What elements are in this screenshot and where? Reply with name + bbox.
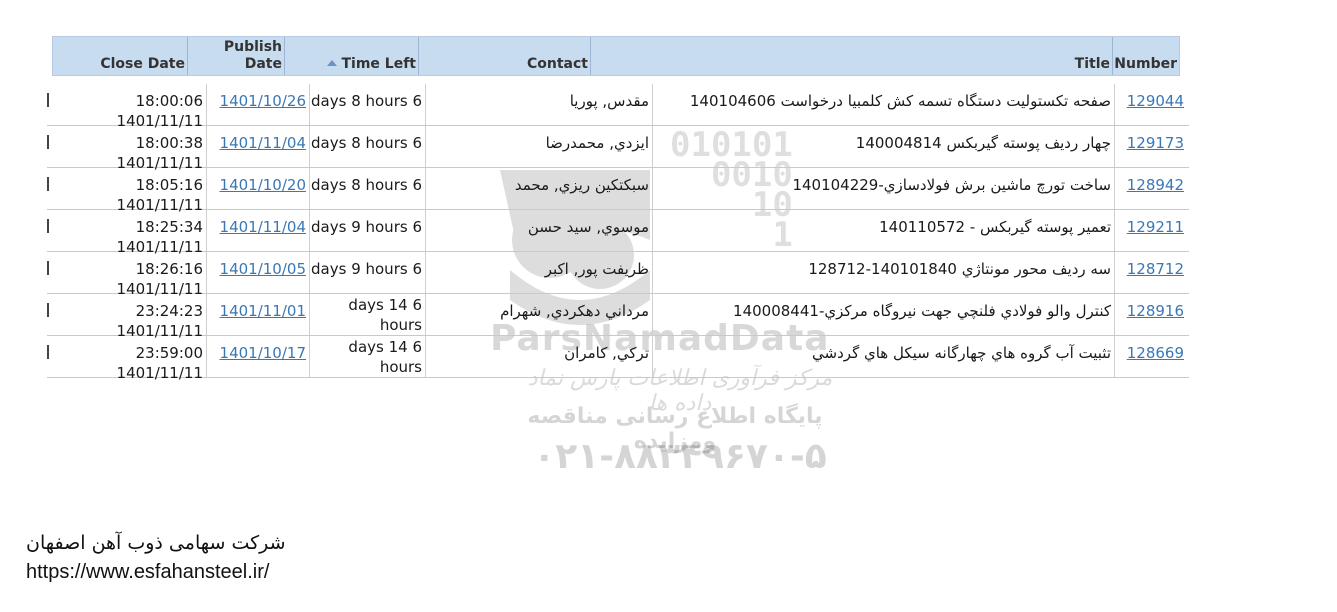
- publish-date-cell: 1401/11/04: [207, 210, 310, 251]
- table-row: 18:26:16 1401/11/11 1401/10/05 days 9 ho…: [47, 252, 1189, 298]
- company-url[interactable]: https://www.esfahansteel.ir/: [26, 561, 269, 584]
- watermark-phone: ۰۲۱-۸۸۳۴۹۶۷۰-۵: [533, 436, 827, 477]
- number-cell: 128916: [1115, 294, 1187, 335]
- contact-cell: ظريفت پور, اکبر: [426, 252, 653, 293]
- number-cell: 129173: [1115, 126, 1187, 167]
- close-date-cell: 18:00:06 1401/11/11: [47, 84, 207, 130]
- table-row: 18:00:06 1401/11/11 1401/10/26 days 8 ho…: [47, 84, 1189, 130]
- number-cell: 129044: [1115, 84, 1187, 125]
- time-left-cell: days 9 hours 6: [310, 210, 426, 251]
- tender-number-link[interactable]: 128712: [1127, 260, 1184, 278]
- contact-cell: موسوي, سيد حسن: [426, 210, 653, 251]
- column-header-time-left[interactable]: Time Left: [285, 37, 419, 75]
- close-date-cell: 23:59:00 1401/11/11: [47, 336, 207, 382]
- tender-number-link[interactable]: 129211: [1127, 218, 1184, 236]
- title-cell: تثبيت آب گروه هاي چهارگانه سيکل هاي گردش…: [653, 336, 1115, 377]
- company-name: شرکت سهامی ذوب آهن اصفهان: [26, 532, 286, 554]
- contact-cell: مقدس, پوريا: [426, 84, 653, 125]
- title-cell: ساخت تورچ ماشين برش فولادسازي-140104229: [653, 168, 1115, 209]
- title-cell: کنترل والو فولادي فلنچي جهت نيروگاه مرکز…: [653, 294, 1115, 335]
- time-left-cell: days 8 hours 6: [310, 126, 426, 167]
- tender-number-link[interactable]: 129044: [1127, 92, 1184, 110]
- number-cell: 128942: [1115, 168, 1187, 209]
- publish-date-label-1: Publish: [223, 39, 282, 55]
- close-date-cell: 18:05:16 1401/11/11: [47, 168, 207, 214]
- close-date-cell: 18:26:16 1401/11/11: [47, 252, 207, 298]
- publish-date-cell: 1401/11/01: [207, 294, 310, 335]
- column-header-publish-date[interactable]: Publish Date: [188, 37, 285, 75]
- tender-number-link[interactable]: 128942: [1127, 176, 1184, 194]
- table-row: 18:00:38 1401/11/11 1401/11/04 days 8 ho…: [47, 126, 1189, 172]
- tender-number-link[interactable]: 128669: [1127, 344, 1184, 362]
- publish-date-cell: 1401/10/26: [207, 84, 310, 125]
- publish-date-label-2: Date: [244, 56, 282, 72]
- column-header-close-date[interactable]: Close Date: [53, 37, 188, 75]
- publish-date-cell: 1401/10/17: [207, 336, 310, 377]
- time-left-cell: days 8 hours 6: [310, 84, 426, 125]
- column-header-title[interactable]: Title: [591, 37, 1113, 75]
- close-date-cell: 23:24:23 1401/11/11: [47, 294, 207, 340]
- time-left-cell: days 14 6 hours: [310, 294, 426, 335]
- table-row: 23:24:23 1401/11/11 1401/11/01 days 14 6…: [47, 294, 1189, 340]
- publish-date-link[interactable]: 1401/10/26: [220, 92, 306, 110]
- number-cell: 128669: [1115, 336, 1187, 377]
- close-date-cell: 18:00:38 1401/11/11: [47, 126, 207, 172]
- table-header: Close Date Publish Date Time Left Contact…: [52, 36, 1180, 76]
- contact-cell: ترکي, کامران: [426, 336, 653, 377]
- table-row: 18:25:34 1401/11/11 1401/11/04 days 9 ho…: [47, 210, 1189, 256]
- sort-ascending-icon: [327, 60, 338, 66]
- watermark-subtitle: پایگاه اطلاع رسانی مناقصه ومزایده: [527, 404, 823, 454]
- time-left-cell: days 9 hours 6: [310, 252, 426, 293]
- publish-date-link[interactable]: 1401/10/05: [220, 260, 306, 278]
- publish-date-link[interactable]: 1401/10/17: [220, 344, 306, 362]
- table-row: 23:59:00 1401/11/11 1401/10/17 days 14 6…: [47, 336, 1189, 382]
- table-row: 18:05:16 1401/11/11 1401/10/20 days 8 ho…: [47, 168, 1189, 214]
- title-cell: چهار رديف پوسته گيربکس 140004814: [653, 126, 1115, 167]
- close-date-cell: 18:25:34 1401/11/11: [47, 210, 207, 256]
- publish-date-link[interactable]: 1401/11/04: [220, 134, 306, 152]
- title-cell: تعمير پوسته گيربکس - 140110572: [653, 210, 1115, 251]
- time-left-cell: days 8 hours 6: [310, 168, 426, 209]
- publish-date-cell: 1401/10/05: [207, 252, 310, 293]
- tender-number-link[interactable]: 128916: [1127, 302, 1184, 320]
- contact-cell: سبکتکين ريزي, محمد: [426, 168, 653, 209]
- number-cell: 128712: [1115, 252, 1187, 293]
- contact-cell: مرداني دهکردي, شهرام: [426, 294, 653, 335]
- time-left-cell: days 14 6 hours: [310, 336, 426, 377]
- column-header-contact[interactable]: Contact: [419, 37, 591, 75]
- title-cell: سه رديف محور مونتاژي 140101840-128712: [653, 252, 1115, 293]
- contact-cell: ايزدي, محمدرضا: [426, 126, 653, 167]
- publish-date-cell: 1401/10/20: [207, 168, 310, 209]
- column-header-number[interactable]: Number: [1113, 37, 1179, 75]
- tender-number-link[interactable]: 129173: [1127, 134, 1184, 152]
- publish-date-link[interactable]: 1401/10/20: [220, 176, 306, 194]
- publish-date-link[interactable]: 1401/11/01: [220, 302, 306, 320]
- publish-date-cell: 1401/11/04: [207, 126, 310, 167]
- publish-date-link[interactable]: 1401/11/04: [220, 218, 306, 236]
- number-cell: 129211: [1115, 210, 1187, 251]
- title-cell: صفحه تکستوليت دستگاه تسمه کش کلمبيا درخو…: [653, 84, 1115, 125]
